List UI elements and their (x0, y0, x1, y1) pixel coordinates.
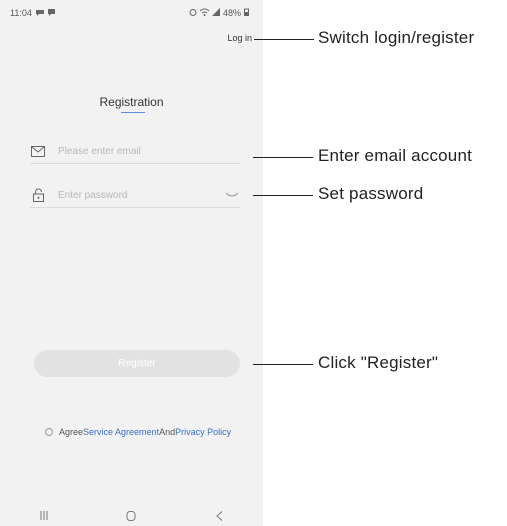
callout-click-register: Click "Register" (318, 353, 439, 372)
callout-switch-login: Switch login/register (318, 28, 475, 47)
agree-label: Agree (59, 427, 84, 437)
status-bar: 11:04 48% (10, 6, 249, 20)
password-input[interactable] (58, 189, 208, 201)
and-label: And (159, 427, 176, 437)
page-title: Registration (99, 95, 164, 109)
chat-icon (47, 8, 55, 18)
callout-line-login (254, 39, 314, 40)
envelope-icon (30, 144, 46, 158)
message-icon (35, 9, 44, 18)
signal-icon (211, 8, 220, 18)
recent-apps-icon[interactable] (29, 511, 59, 523)
callout-line-email (253, 157, 313, 158)
callout-line-register (253, 364, 313, 365)
system-nav-bar (0, 508, 263, 526)
title-underline (121, 112, 145, 113)
privacy-policy-link[interactable]: Privacy Policy (175, 427, 231, 437)
service-agreement-link[interactable]: Service Agreement (83, 427, 159, 437)
lock-icon (30, 188, 46, 202)
status-time: 11:04 (10, 8, 32, 18)
alarm-icon (189, 8, 197, 18)
back-icon[interactable] (204, 510, 234, 524)
email-field[interactable] (30, 139, 240, 164)
email-input[interactable] (58, 145, 208, 157)
register-button[interactable]: Register (34, 350, 240, 377)
agreement-row: Agree Service Agreement And Privacy Poli… (45, 427, 231, 437)
home-icon[interactable] (116, 510, 146, 524)
phone-screen: 11:04 48% Log in Registration Please ent… (0, 0, 263, 526)
callout-line-password (253, 195, 313, 196)
callout-email-account: Enter email account (318, 146, 473, 165)
login-link[interactable]: Log in (227, 33, 252, 43)
callout-set-password: Set password (318, 184, 424, 203)
agree-radio[interactable] (45, 428, 53, 436)
eye-closed-icon[interactable] (224, 190, 240, 200)
password-field[interactable] (30, 183, 240, 208)
battery-icon (244, 8, 249, 18)
battery-level: 48% (222, 8, 241, 18)
wifi-icon (199, 8, 210, 18)
